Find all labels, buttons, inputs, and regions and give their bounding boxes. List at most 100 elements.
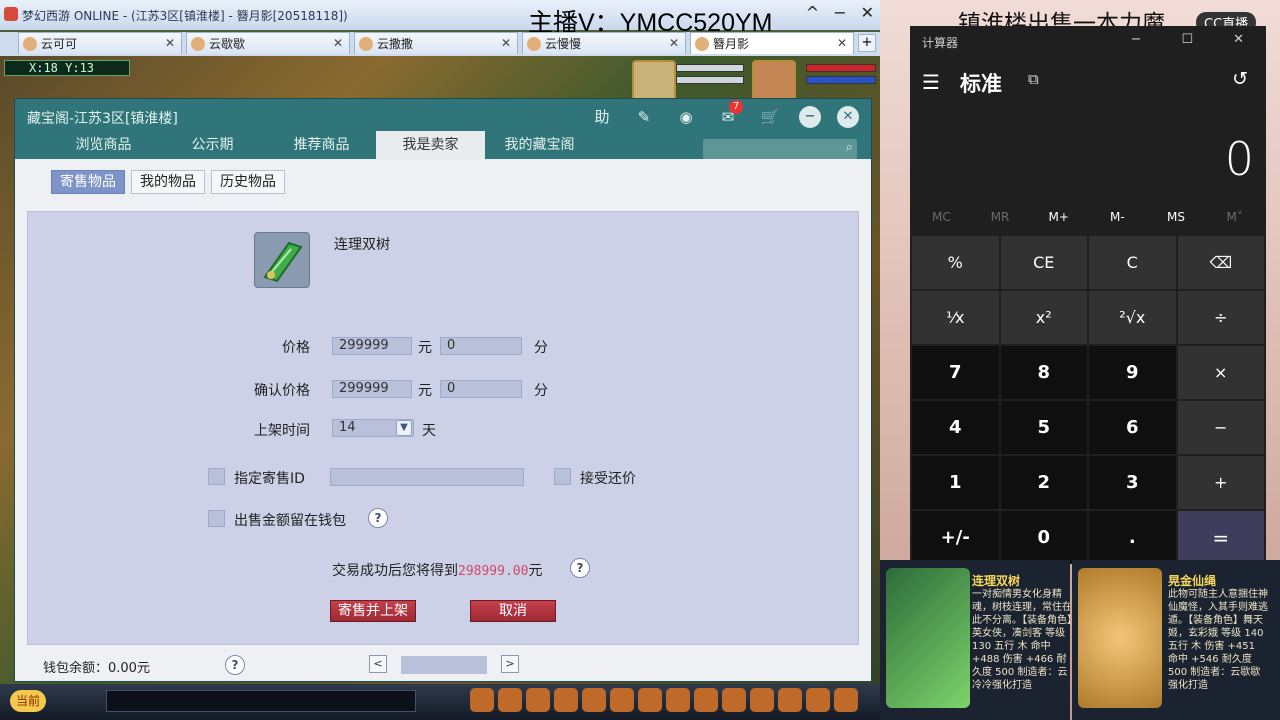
close-tab-icon[interactable]: ✕: [837, 36, 847, 50]
minimize-button[interactable]: −: [833, 3, 846, 22]
digit-0-key[interactable]: 0: [1000, 511, 1087, 564]
decimal-key[interactable]: .: [1089, 511, 1176, 564]
channel-current-button[interactable]: 当前: [10, 690, 46, 712]
sell-and-list-button[interactable]: 寄售并上架: [330, 600, 416, 622]
nav-recommend[interactable]: 推荐商品: [267, 131, 376, 159]
page-scroll-track[interactable]: [401, 656, 487, 674]
message-icon[interactable]: ✉ 7: [715, 100, 743, 128]
nav-seller[interactable]: 我是卖家: [376, 131, 485, 159]
confirm-yuan-input[interactable]: 299999: [332, 380, 412, 398]
toolbar-item-icon[interactable]: [750, 688, 774, 712]
designated-id-input[interactable]: [330, 468, 524, 486]
record-icon[interactable]: ◉: [673, 106, 699, 128]
divide-key[interactable]: ÷: [1177, 291, 1264, 344]
sqrt-key[interactable]: ²√x: [1089, 291, 1176, 344]
help-icon[interactable]: ?: [368, 508, 388, 528]
search-icon[interactable]: ⌕: [846, 140, 853, 155]
digit-4-key[interactable]: 4: [912, 401, 999, 454]
digit-2-key[interactable]: 2: [1000, 456, 1087, 509]
memory-subtract-button[interactable]: M-: [1088, 210, 1147, 224]
minus-key[interactable]: −: [1177, 401, 1264, 454]
subtab-history[interactable]: 历史物品: [211, 170, 285, 194]
toolbar-item-icon[interactable]: [722, 688, 746, 712]
memory-store-button[interactable]: MS: [1147, 210, 1206, 224]
subtab-my-items[interactable]: 我的物品: [131, 170, 205, 194]
calc-close-button[interactable]: ✕: [1233, 32, 1244, 47]
chat-input[interactable]: [106, 690, 416, 712]
digit-7-key[interactable]: 7: [912, 346, 999, 399]
memory-clear-button[interactable]: MC: [912, 210, 971, 224]
collapse-button[interactable]: ^: [806, 3, 819, 22]
dialog-search-input[interactable]: ⌕: [703, 139, 857, 159]
confirm-fen-input[interactable]: 0: [440, 380, 522, 398]
toolbar-item-icon[interactable]: [470, 688, 494, 712]
calc-minimize-button[interactable]: −: [1131, 32, 1142, 47]
nav-my-pavilion[interactable]: 我的藏宝阁: [485, 131, 594, 159]
nav-browse[interactable]: 浏览商品: [49, 131, 158, 159]
digit-1-key[interactable]: 1: [912, 456, 999, 509]
toolbar-item-icon[interactable]: [582, 688, 606, 712]
tab-character[interactable]: 云慢慢 ✕: [522, 32, 686, 54]
designated-id-checkbox[interactable]: [208, 468, 225, 485]
equals-key[interactable]: =: [1177, 511, 1264, 564]
close-tab-icon[interactable]: ✕: [501, 36, 511, 50]
edit-icon[interactable]: ✎: [631, 106, 657, 128]
toolbar-item-icon[interactable]: [498, 688, 522, 712]
toolbar-item-icon[interactable]: [834, 688, 858, 712]
help-icon[interactable]: ?: [570, 558, 590, 578]
close-tab-icon[interactable]: ✕: [333, 36, 343, 50]
toolbar-item-icon[interactable]: [610, 688, 634, 712]
toolbar-item-icon[interactable]: [666, 688, 690, 712]
next-page-button[interactable]: >: [501, 655, 519, 673]
accept-counter-checkbox[interactable]: [554, 468, 571, 485]
toolbar-item-icon[interactable]: [778, 688, 802, 712]
history-icon[interactable]: ↺: [1232, 68, 1248, 90]
tab-character-active[interactable]: 簪月影 ✕: [690, 32, 854, 54]
memory-recall-button[interactable]: MR: [971, 210, 1030, 224]
price-fen-input[interactable]: 0: [440, 337, 522, 355]
item-icon[interactable]: [254, 232, 310, 288]
toolbar-item-icon[interactable]: [806, 688, 830, 712]
cart-icon[interactable]: 🛒: [757, 106, 783, 128]
toolbar-item-icon[interactable]: [554, 688, 578, 712]
tab-character[interactable]: 云撒撒 ✕: [354, 32, 518, 54]
plus-key[interactable]: +: [1177, 456, 1264, 509]
memory-list-button[interactable]: M˅: [1205, 210, 1264, 224]
add-tab-button[interactable]: +: [858, 34, 876, 52]
tab-character[interactable]: 云歇歇 ✕: [186, 32, 350, 54]
subtab-consign[interactable]: 寄售物品: [51, 170, 125, 194]
percent-key[interactable]: %: [912, 236, 999, 289]
reciprocal-key[interactable]: ⅟x: [912, 291, 999, 344]
clear-key[interactable]: C: [1089, 236, 1176, 289]
keep-on-top-icon[interactable]: ⧉: [1028, 70, 1039, 88]
nav-public[interactable]: 公示期: [158, 131, 267, 159]
prev-page-button[interactable]: <: [369, 655, 387, 673]
close-button[interactable]: ✕: [861, 3, 874, 22]
clear-entry-key[interactable]: CE: [1000, 236, 1087, 289]
backspace-key[interactable]: ⌫: [1177, 236, 1264, 289]
keep-wallet-checkbox[interactable]: [208, 510, 225, 527]
square-key[interactable]: x²: [1000, 291, 1087, 344]
digit-3-key[interactable]: 3: [1089, 456, 1176, 509]
close-dialog-button[interactable]: ✕: [837, 106, 859, 128]
digit-9-key[interactable]: 9: [1089, 346, 1176, 399]
tab-character[interactable]: 云可可 ✕: [18, 32, 182, 54]
memory-add-button[interactable]: M+: [1029, 210, 1088, 224]
calc-maximize-button[interactable]: ☐: [1181, 32, 1193, 47]
close-tab-icon[interactable]: ✕: [165, 36, 175, 50]
close-tab-icon[interactable]: ✕: [669, 36, 679, 50]
chevron-down-icon[interactable]: ▼: [396, 420, 412, 436]
digit-6-key[interactable]: 6: [1089, 401, 1176, 454]
minimize-dialog-button[interactable]: −: [799, 106, 821, 128]
digit-5-key[interactable]: 5: [1000, 401, 1087, 454]
help-icon[interactable]: ?: [225, 655, 245, 675]
toolbar-item-icon[interactable]: [638, 688, 662, 712]
hamburger-menu-icon[interactable]: ☰: [922, 70, 940, 94]
multiply-key[interactable]: ×: [1177, 346, 1264, 399]
toolbar-item-icon[interactable]: [526, 688, 550, 712]
help-icon[interactable]: 助: [589, 106, 615, 128]
negate-key[interactable]: +/-: [912, 511, 999, 564]
digit-8-key[interactable]: 8: [1000, 346, 1087, 399]
toolbar-item-icon[interactable]: [694, 688, 718, 712]
cancel-button[interactable]: 取消: [470, 600, 556, 622]
